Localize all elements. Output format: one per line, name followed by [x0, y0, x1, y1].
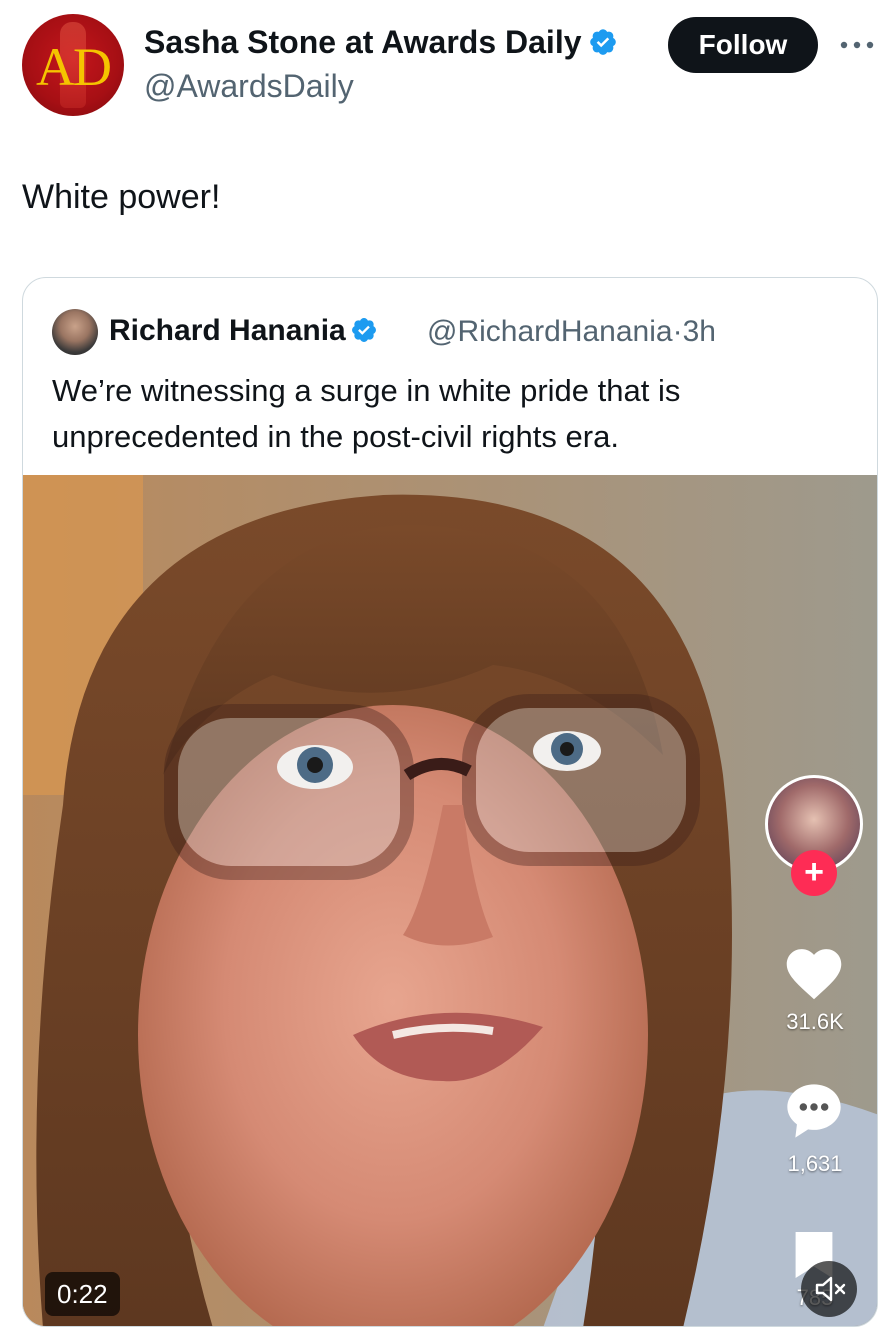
quoted-author-name: Richard Hanania	[109, 314, 378, 348]
quoted-author-handle: @RichardHanania	[427, 315, 673, 348]
more-icon[interactable]	[838, 35, 876, 55]
verified-badge-icon	[589, 28, 616, 55]
quoted-time: 3h	[682, 315, 716, 348]
mute-icon	[815, 1276, 846, 1302]
author-handle[interactable]: @AwardsDaily	[144, 68, 354, 105]
comments-count: 1,631	[787, 1151, 843, 1176]
video-frame	[23, 475, 877, 1326]
plus-icon[interactable]: +	[791, 850, 837, 896]
tweet-text: White power!	[22, 178, 221, 216]
heart-icon[interactable]	[781, 941, 847, 1001]
verified-badge-icon	[351, 318, 376, 343]
tweet: AD Sasha Stone at Awards Daily @AwardsDa…	[0, 0, 882, 1332]
quoted-author-name-text: Richard Hanania	[109, 314, 346, 347]
likes-count: 31.6K	[786, 1009, 844, 1034]
follow-button[interactable]: Follow	[668, 17, 818, 73]
quoted-tweet-text: We’re witnessing a surge in white pride …	[52, 373, 681, 454]
mute-button[interactable]	[801, 1261, 857, 1317]
quoted-author-meta: @RichardHanania·3h	[427, 315, 716, 349]
quoted-author-avatar[interactable]	[52, 309, 98, 355]
quoted-tweet[interactable]: Richard Hanania @RichardHanania·3h We’re…	[22, 277, 878, 1327]
comment-icon[interactable]	[781, 1079, 847, 1143]
author-name[interactable]: Sasha Stone at Awards Daily	[144, 24, 618, 61]
video-player[interactable]: + 31.6K 1,631 785 0:22	[23, 475, 877, 1326]
avatar-logo-text: AD	[36, 37, 112, 97]
meta-separator: ·	[672, 315, 683, 348]
author-name-text: Sasha Stone at Awards Daily	[144, 24, 582, 60]
video-duration: 0:22	[45, 1272, 120, 1316]
author-avatar[interactable]: AD	[22, 14, 124, 116]
